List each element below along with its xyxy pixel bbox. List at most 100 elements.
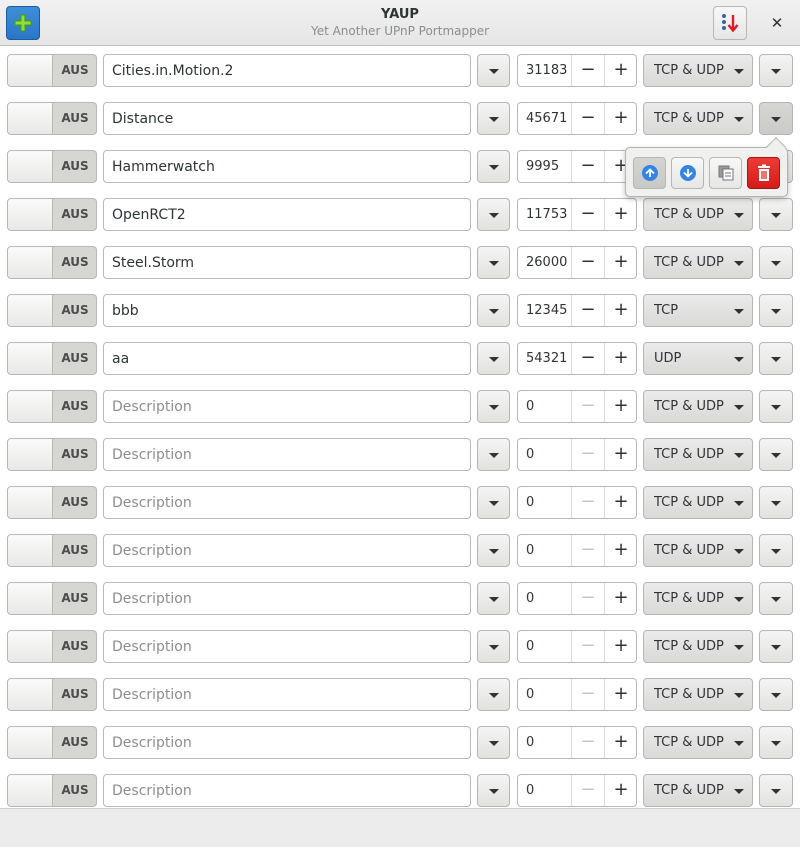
enable-switch[interactable]: AUS (7, 774, 97, 807)
port-increment-button[interactable]: + (604, 247, 636, 278)
port-input[interactable] (518, 631, 572, 662)
enable-switch[interactable]: AUS (7, 534, 97, 567)
port-decrement-button[interactable]: − (571, 631, 604, 662)
row-menu-button[interactable] (759, 630, 793, 663)
row-menu-button[interactable] (759, 246, 793, 279)
port-spinbutton[interactable]: −+ (517, 678, 637, 711)
enable-switch[interactable]: AUS (7, 390, 97, 423)
port-increment-button[interactable]: + (604, 103, 636, 134)
protocol-dropdown[interactable]: UDP (643, 342, 753, 375)
protocol-dropdown[interactable]: TCP & UDP (643, 102, 753, 135)
switch-knob[interactable] (8, 439, 53, 470)
port-input[interactable] (518, 727, 572, 758)
port-decrement-button[interactable]: − (571, 487, 604, 518)
port-decrement-button[interactable]: − (571, 247, 604, 278)
enable-switch[interactable]: AUS (7, 198, 97, 231)
protocol-dropdown[interactable]: TCP & UDP (643, 54, 753, 87)
protocol-dropdown[interactable]: TCP & UDP (643, 198, 753, 231)
description-input[interactable] (103, 150, 471, 183)
enable-switch[interactable]: AUS (7, 630, 97, 663)
port-increment-button[interactable]: + (604, 535, 636, 566)
description-dropdown-button[interactable] (477, 246, 510, 279)
switch-knob[interactable] (8, 487, 53, 518)
port-decrement-button[interactable]: − (571, 103, 604, 134)
protocol-dropdown[interactable]: TCP & UDP (643, 246, 753, 279)
move-down-button[interactable] (671, 157, 704, 189)
description-input[interactable] (103, 342, 471, 375)
description-dropdown-button[interactable] (477, 630, 510, 663)
port-decrement-button[interactable]: − (571, 583, 604, 614)
description-dropdown-button[interactable] (477, 294, 510, 327)
row-menu-button[interactable] (759, 582, 793, 615)
description-dropdown-button[interactable] (477, 582, 510, 615)
description-dropdown-button[interactable] (477, 198, 510, 231)
description-dropdown-button[interactable] (477, 438, 510, 471)
port-increment-button[interactable]: + (604, 631, 636, 662)
enable-switch[interactable]: AUS (7, 150, 97, 183)
close-button[interactable]: ✕ (760, 6, 794, 40)
port-spinbutton[interactable]: −+ (517, 198, 637, 231)
port-increment-button[interactable]: + (604, 343, 636, 374)
description-input[interactable] (103, 294, 471, 327)
port-increment-button[interactable]: + (604, 439, 636, 470)
port-increment-button[interactable]: + (604, 487, 636, 518)
description-input[interactable] (103, 582, 471, 615)
port-spinbutton[interactable]: −+ (517, 630, 637, 663)
port-input[interactable] (518, 103, 572, 134)
port-spinbutton[interactable]: −+ (517, 582, 637, 615)
port-input[interactable] (518, 391, 572, 422)
row-menu-button[interactable] (759, 438, 793, 471)
port-increment-button[interactable]: + (604, 199, 636, 230)
port-input[interactable] (518, 679, 572, 710)
port-input[interactable] (518, 151, 572, 182)
port-increment-button[interactable]: + (604, 775, 636, 806)
description-dropdown-button[interactable] (477, 678, 510, 711)
move-up-button[interactable] (633, 157, 666, 189)
switch-knob[interactable] (8, 583, 53, 614)
description-input[interactable] (103, 486, 471, 519)
port-spinbutton[interactable]: −+ (517, 390, 637, 423)
switch-knob[interactable] (8, 631, 53, 662)
port-input[interactable] (518, 343, 572, 374)
description-dropdown-button[interactable] (477, 342, 510, 375)
description-input[interactable] (103, 198, 471, 231)
port-decrement-button[interactable]: − (571, 535, 604, 566)
switch-knob[interactable] (8, 391, 53, 422)
enable-switch[interactable]: AUS (7, 294, 97, 327)
protocol-dropdown[interactable]: TCP & UDP (643, 678, 753, 711)
description-dropdown-button[interactable] (477, 486, 510, 519)
port-spinbutton[interactable]: −+ (517, 774, 637, 807)
description-input[interactable] (103, 774, 471, 807)
protocol-dropdown[interactable]: TCP & UDP (643, 726, 753, 759)
description-input[interactable] (103, 678, 471, 711)
port-decrement-button[interactable]: − (571, 727, 604, 758)
description-dropdown-button[interactable] (477, 726, 510, 759)
enable-switch[interactable]: AUS (7, 342, 97, 375)
row-menu-button[interactable] (759, 54, 793, 87)
enable-switch[interactable]: AUS (7, 486, 97, 519)
port-increment-button[interactable]: + (604, 295, 636, 326)
port-spinbutton[interactable]: −+ (517, 438, 637, 471)
description-dropdown-button[interactable] (477, 150, 510, 183)
switch-knob[interactable] (8, 679, 53, 710)
row-menu-button[interactable] (759, 390, 793, 423)
switch-knob[interactable] (8, 727, 53, 758)
description-input[interactable] (103, 390, 471, 423)
port-decrement-button[interactable]: − (571, 439, 604, 470)
description-dropdown-button[interactable] (477, 54, 510, 87)
description-dropdown-button[interactable] (477, 534, 510, 567)
description-input[interactable] (103, 630, 471, 663)
enable-switch[interactable]: AUS (7, 726, 97, 759)
port-input[interactable] (518, 199, 572, 230)
port-decrement-button[interactable]: − (571, 775, 604, 806)
protocol-dropdown[interactable]: TCP & UDP (643, 630, 753, 663)
port-spinbutton[interactable]: −+ (517, 102, 637, 135)
port-increment-button[interactable]: + (604, 583, 636, 614)
port-decrement-button[interactable]: − (571, 55, 604, 86)
description-input[interactable] (103, 246, 471, 279)
switch-knob[interactable] (8, 199, 53, 230)
sort-button[interactable] (713, 6, 747, 40)
switch-knob[interactable] (8, 343, 53, 374)
port-decrement-button[interactable]: − (571, 151, 604, 182)
port-input[interactable] (518, 487, 572, 518)
